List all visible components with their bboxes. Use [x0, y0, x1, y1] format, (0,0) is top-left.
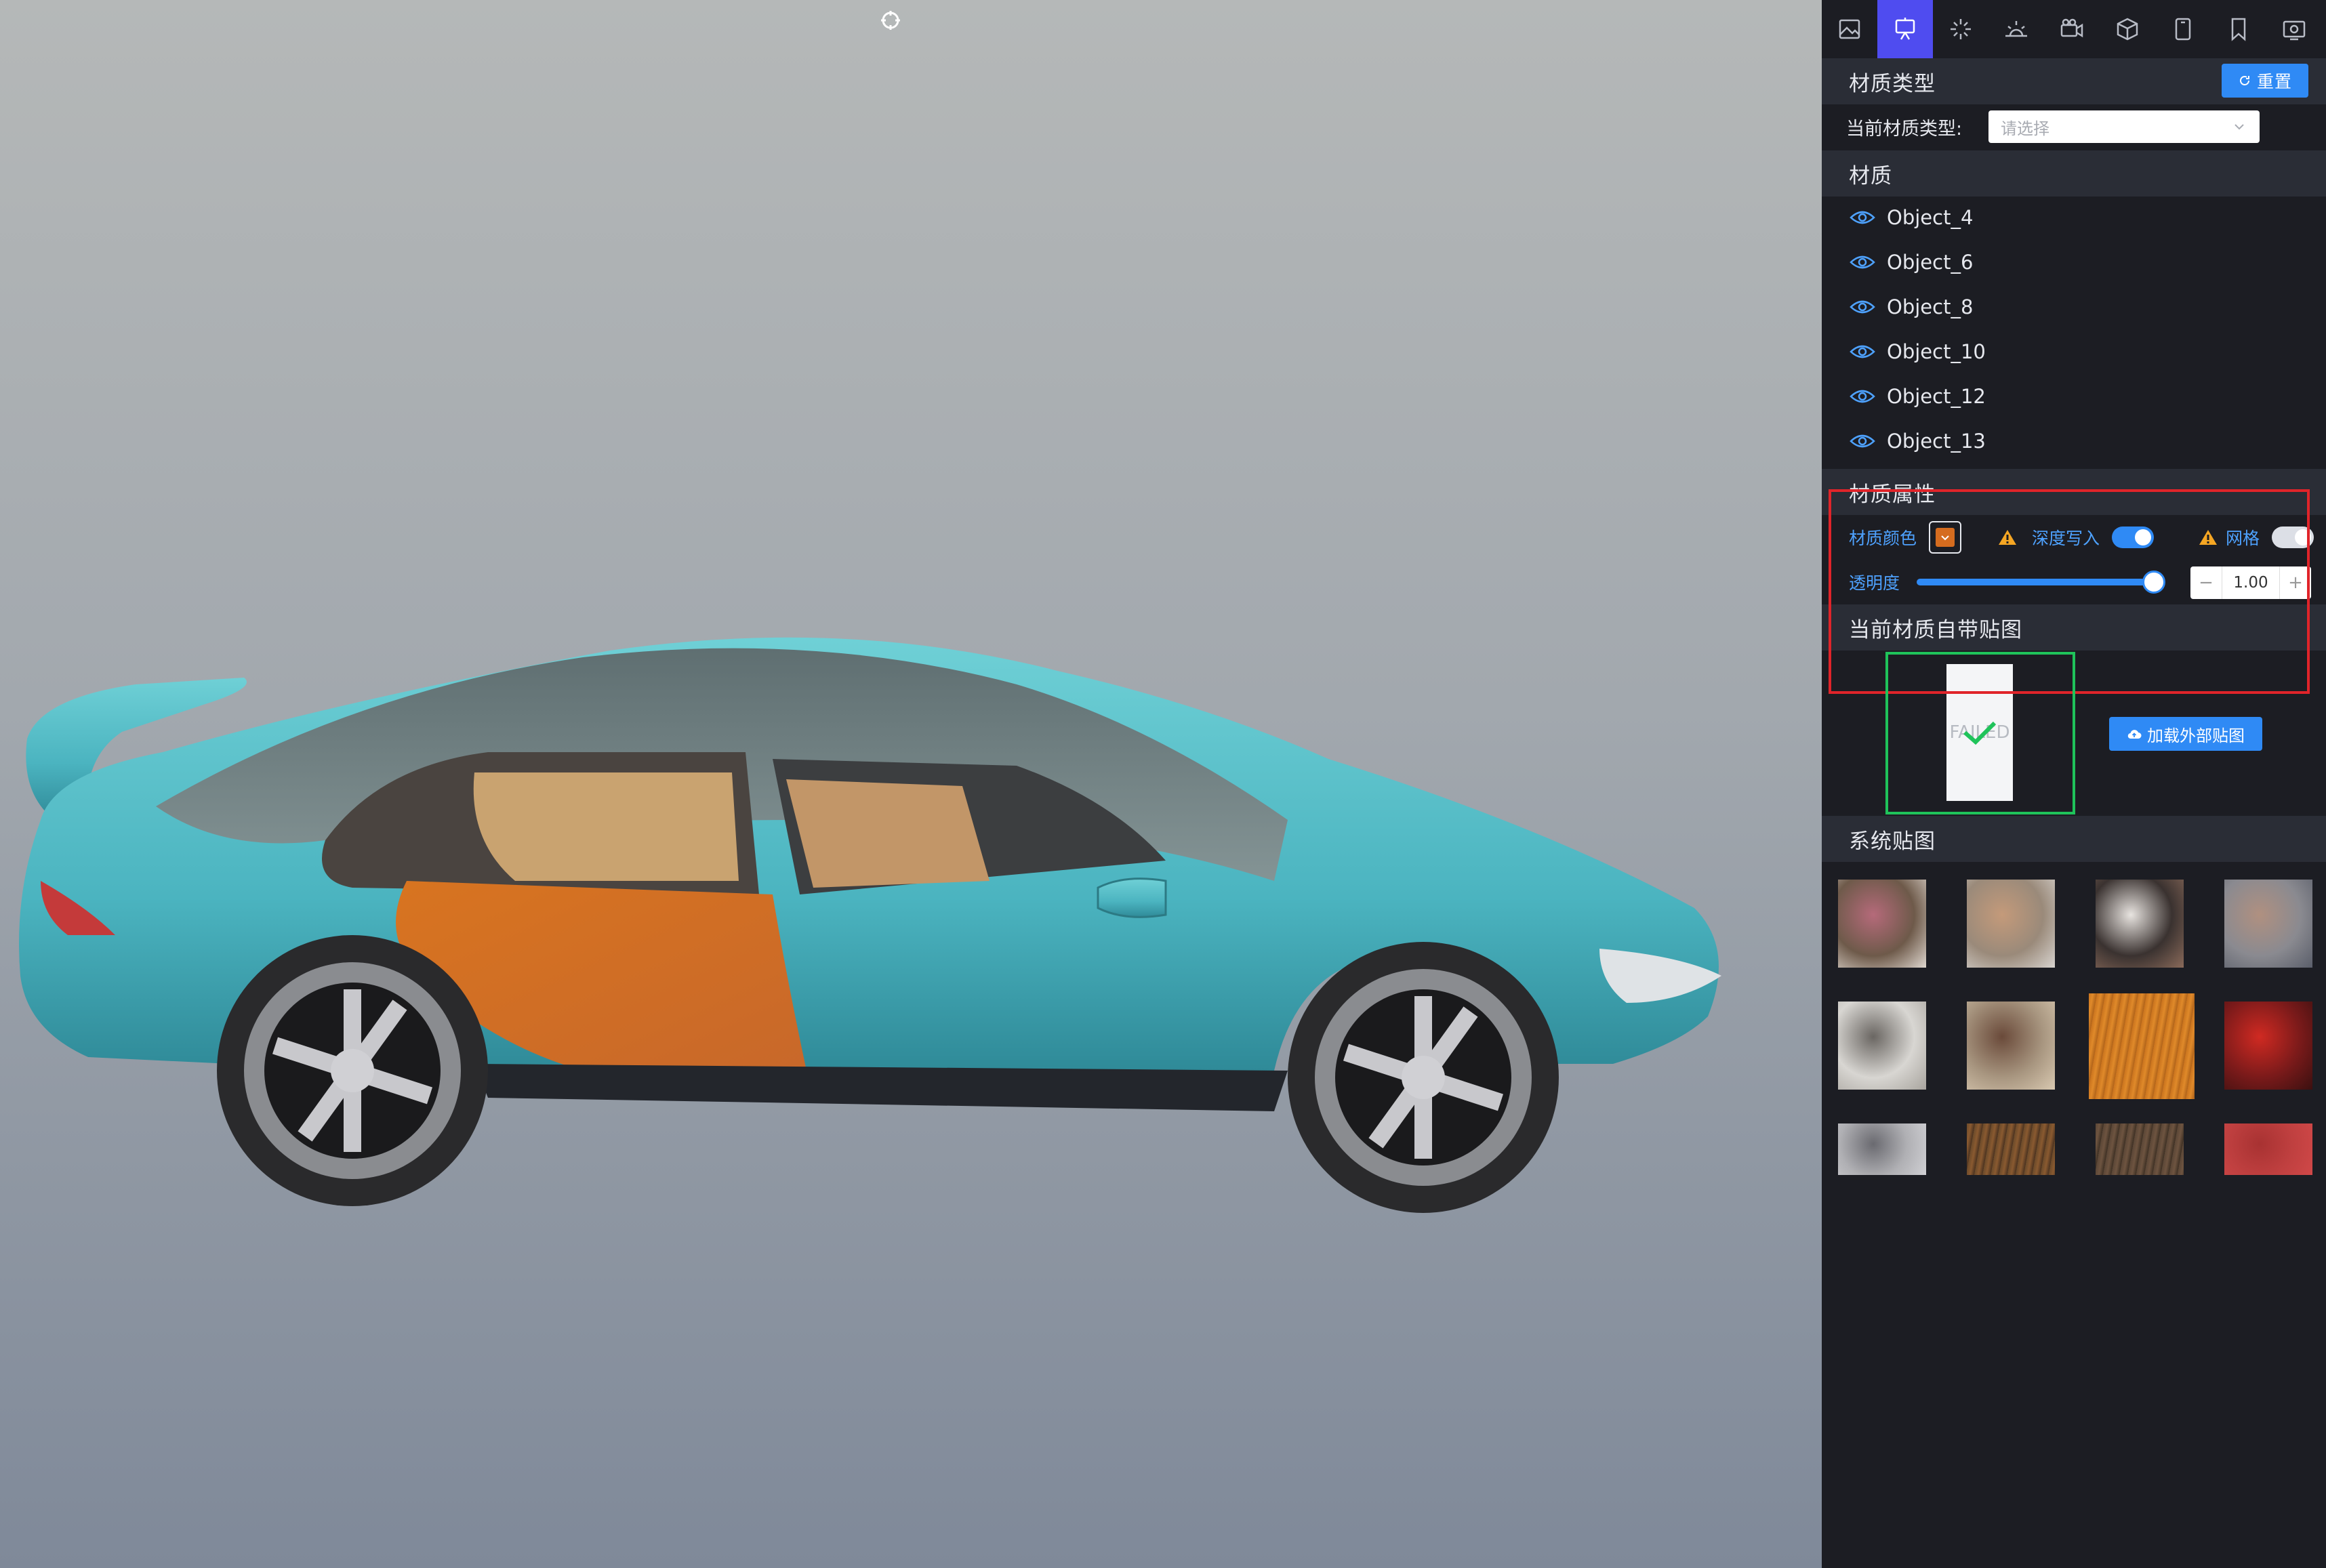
material-type-placeholder: 请选择: [2001, 119, 2049, 138]
materials-title: 材质: [1849, 163, 1892, 188]
system-texture-red-leather[interactable]: [2224, 1123, 2312, 1175]
material-props-header: 材质属性: [1822, 469, 2326, 515]
system-texture-angel-painting[interactable]: [1967, 880, 2055, 968]
opacity-slider-thumb[interactable]: [2142, 571, 2165, 594]
easel-icon: [1895, 18, 1915, 40]
eye-icon[interactable]: [1849, 254, 1876, 270]
system-texture-white-rose[interactable]: [2096, 880, 2184, 968]
material-type-title: 材质类型: [1849, 71, 1936, 96]
material-color-picker[interactable]: [1929, 521, 1961, 554]
opacity-label: 透明度: [1849, 573, 1900, 593]
wireframe-toggle[interactable]: [2272, 527, 2314, 548]
chevron-down-icon: [2235, 124, 2244, 130]
current-texture-thumbnail[interactable]: FAILED: [1946, 664, 2013, 801]
toggle-knob: [2295, 529, 2311, 545]
bookmark-icon: [2231, 18, 2246, 41]
material-item[interactable]: Object_12: [1849, 378, 1986, 415]
material-item-label: Object_12: [1887, 385, 1986, 408]
tool-geometry[interactable]: [2100, 0, 2155, 58]
system-texture-flowers-bouquet[interactable]: [1838, 880, 1926, 968]
sunrise-icon: [2005, 21, 2027, 37]
eye-icon[interactable]: [1849, 433, 1876, 449]
cloud-upload-icon: [2127, 730, 2142, 739]
material-item-label: Object_6: [1887, 251, 1974, 274]
material-type-label: 当前材质类型:: [1846, 118, 1963, 140]
materials-header: 材质: [1822, 150, 2326, 197]
material-color-label: 材质颜色: [1849, 529, 1917, 548]
tool-bookmark[interactable]: [2211, 0, 2266, 58]
system-texture-bird-painting[interactable]: [2224, 880, 2312, 968]
material-item-label: Object_13: [1887, 430, 1986, 453]
material-item[interactable]: Object_6: [1849, 244, 1973, 281]
material-item[interactable]: Object_4: [1849, 199, 1973, 236]
material-type-select[interactable]: 请选择: [1988, 110, 2260, 143]
tablet-icon: [2175, 18, 2191, 41]
opacity-slider[interactable]: [1917, 571, 2165, 594]
crosshair-icon[interactable]: [880, 9, 901, 31]
side-panel: 材质类型 重置 当前材质类型: 请选择 材质 Object_4 Object_6 O…: [1822, 0, 2326, 1568]
tool-camera[interactable]: [2044, 0, 2100, 58]
material-item-label: Object_4: [1887, 206, 1974, 229]
tool-effects[interactable]: [1933, 0, 1988, 58]
material-props-title: 材质属性: [1849, 482, 1936, 507]
system-texture-wood-orange[interactable]: [2089, 993, 2195, 1099]
car-model[interactable]: [0, 596, 1762, 1247]
reset-button[interactable]: 重置: [2222, 64, 2308, 98]
refresh-icon: [2240, 76, 2249, 85]
material-item[interactable]: Object_13: [1849, 423, 1986, 459]
panel-toolbar: [1822, 0, 2326, 58]
load-external-label: 加载外部贴图: [2147, 726, 2245, 745]
system-texture-red-fish[interactable]: [2224, 1002, 2312, 1090]
warning-icon: [1999, 530, 2016, 545]
current-texture-header: 当前材质自带贴图: [1822, 604, 2326, 651]
current-texture-title: 当前材质自带贴图: [1849, 617, 2022, 642]
warning-icon: [2199, 530, 2217, 545]
tool-screenshot[interactable]: [2266, 0, 2322, 58]
system-texture-peony-still[interactable]: [1967, 1002, 2055, 1090]
load-external-texture-button[interactable]: 加载外部贴图: [2109, 717, 2262, 751]
material-item-label: Object_10: [1887, 340, 1986, 363]
system-textures-title: 系统贴图: [1849, 829, 1936, 854]
opacity-slider-track: [1917, 579, 2154, 585]
color-preview: [1936, 528, 1955, 547]
tool-lighting[interactable]: [1988, 0, 2044, 58]
opacity-decrement[interactable]: −: [2190, 566, 2222, 599]
material-item[interactable]: Object_8: [1849, 289, 1973, 325]
opacity-stepper[interactable]: − 1.00 +: [2190, 566, 2311, 599]
eye-icon[interactable]: [1849, 299, 1876, 315]
system-texture-ink-branches[interactable]: [1838, 1002, 1926, 1090]
tool-device[interactable]: [2155, 0, 2211, 58]
camera-icon: [2060, 18, 2083, 38]
system-texture-wood-dark[interactable]: [1967, 1123, 2055, 1175]
eye-icon[interactable]: [1849, 388, 1876, 405]
material-props-row-1: 材质颜色 深度写入 网格: [1822, 515, 2326, 560]
system-textures-header: 系统贴图: [1822, 816, 2326, 862]
screen-capture-icon: [2283, 20, 2306, 41]
opacity-value[interactable]: 1.00: [2222, 566, 2280, 599]
tool-background[interactable]: [1822, 0, 1877, 58]
material-type-header: 材质类型 重置: [1822, 58, 2326, 104]
box-icon: [2117, 18, 2138, 41]
material-item-label: Object_8: [1887, 295, 1974, 318]
material-item[interactable]: Object_10: [1849, 333, 1986, 370]
chevron-down-icon: [1941, 535, 1949, 541]
reset-label: 重置: [2256, 72, 2292, 91]
3d-viewport[interactable]: [0, 0, 1822, 1568]
system-texture-gray-forest[interactable]: [1838, 1123, 1926, 1175]
tool-material[interactable]: [1877, 0, 1933, 58]
wireframe-label: 网格: [2226, 529, 2260, 548]
sparkle-icon: [1951, 19, 1971, 39]
toggle-knob: [2135, 529, 2151, 545]
material-type-row: 当前材质类型: 请选择: [1822, 107, 2326, 146]
depth-write-label: 深度写入: [2032, 529, 2100, 548]
eye-icon[interactable]: [1849, 344, 1876, 360]
image-icon: [1839, 19, 1860, 39]
eye-icon[interactable]: [1849, 209, 1876, 226]
depth-write-toggle[interactable]: [2112, 527, 2154, 548]
opacity-increment[interactable]: +: [2280, 566, 2311, 599]
system-texture-wood-brown[interactable]: [2096, 1123, 2184, 1175]
check-icon: [1963, 721, 1997, 745]
